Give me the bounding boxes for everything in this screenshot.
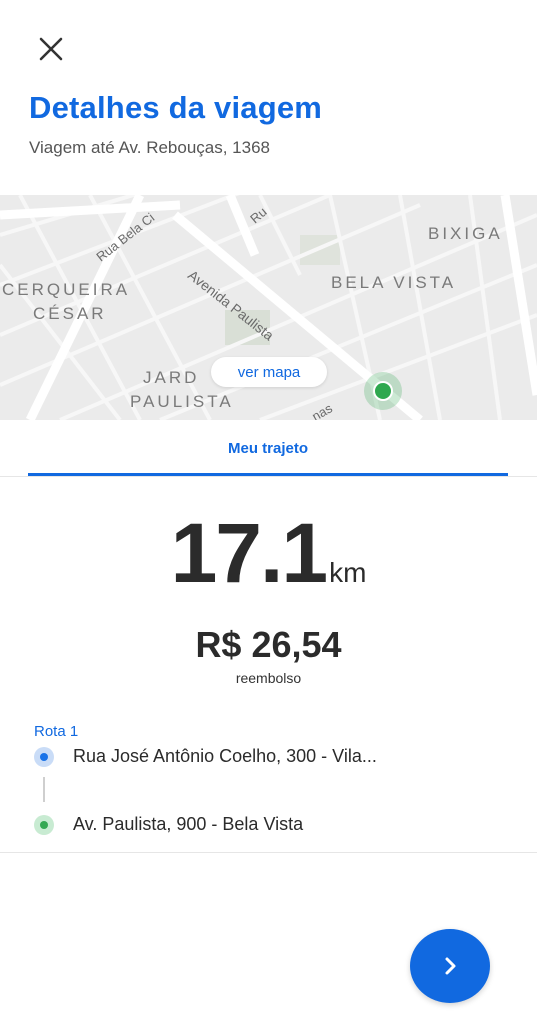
- neighborhood-label: JARD: [143, 368, 200, 387]
- neighborhood-label: BELA VISTA: [331, 273, 457, 292]
- divider: [0, 852, 537, 853]
- origin-address: Rua José Antônio Coelho, 300 - Vila...: [73, 746, 377, 766]
- view-map-button[interactable]: ver mapa: [211, 357, 327, 387]
- price-caption: reembolso: [235, 670, 302, 686]
- destination-dot-icon: [34, 814, 54, 835]
- distance-unit: km: [329, 557, 367, 588]
- distance-value: 17.1: [170, 506, 328, 600]
- neighborhood-label: PAULISTA: [130, 392, 234, 411]
- route-stop-destination: Av. Paulista, 900 - Bela Vista: [34, 814, 303, 835]
- trip-price: R$ 26,54: [195, 624, 342, 665]
- route-title: Rota 1: [34, 723, 79, 740]
- tab-meu-trajeto[interactable]: Meu trajeto: [28, 420, 508, 477]
- neighborhood-label: BIXIGA: [428, 224, 503, 243]
- tab-bar: Meu trajeto: [0, 420, 537, 477]
- route-stop-origin: Rua José Antônio Coelho, 300 - Vila...: [34, 746, 377, 767]
- route-map[interactable]: Rua Bela Ci Avenida Paulista Ru nas BIXI…: [0, 195, 537, 420]
- neighborhood-label: CERQUEIRA: [2, 280, 131, 299]
- close-button[interactable]: [30, 28, 72, 70]
- tab-active-indicator: [28, 473, 508, 476]
- close-icon: [39, 37, 63, 61]
- destination-marker: [373, 381, 393, 401]
- route-connector: [43, 777, 45, 802]
- page-title: Detalhes da viagem: [29, 90, 323, 125]
- destination-address: Av. Paulista, 900 - Bela Vista: [73, 814, 304, 834]
- origin-dot-icon: [34, 746, 54, 767]
- trip-distance: 17.1 km: [0, 505, 537, 602]
- chevron-right-icon: [445, 957, 456, 975]
- page-subtitle: Viagem até Av. Rebouças, 1368: [29, 138, 271, 157]
- next-button[interactable]: [410, 929, 490, 1003]
- neighborhood-label: CÉSAR: [33, 304, 107, 323]
